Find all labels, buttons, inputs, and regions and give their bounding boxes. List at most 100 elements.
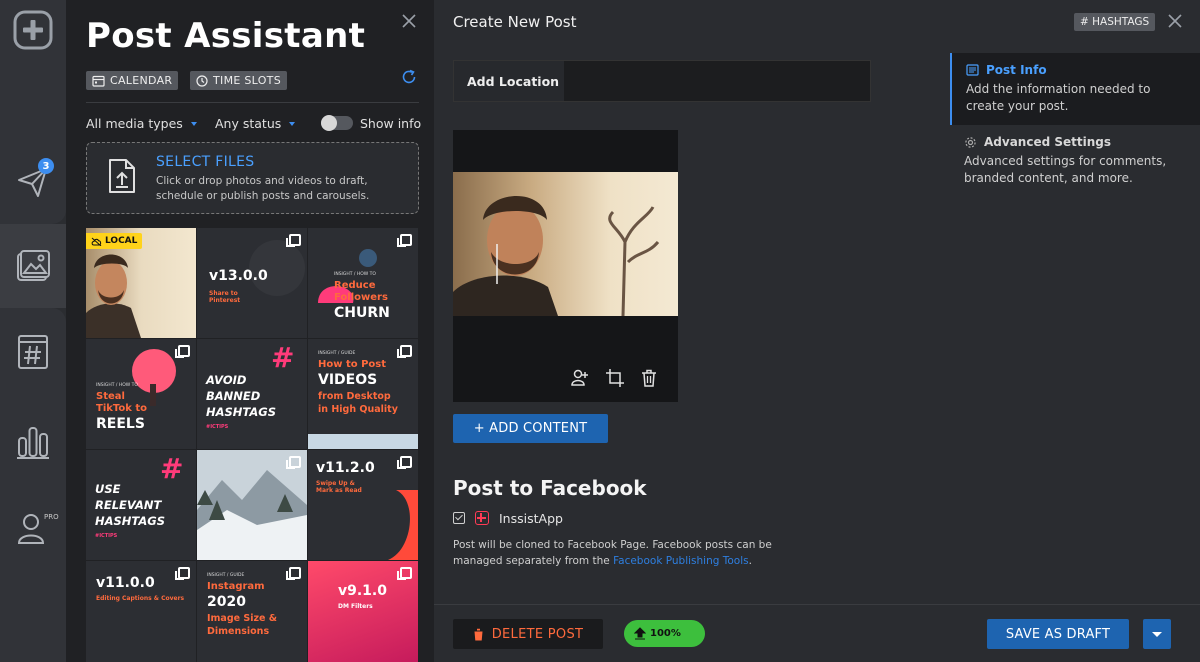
close-assistant-icon[interactable]: [400, 12, 418, 30]
post-assistant-panel: Post Assistant CALENDAR TIME SLOTS All m…: [66, 0, 434, 662]
media-tile[interactable]: INSIGHT / HOW TO Steal TikTok to REELS: [86, 339, 196, 449]
add-post-icon[interactable]: [13, 10, 53, 50]
media-preview: [453, 130, 678, 402]
delete-post-label: DELETE POST: [491, 626, 584, 642]
tile-line: Image Size &: [207, 613, 278, 624]
tile-tag: #ICTIPS: [95, 533, 118, 539]
add-content-button[interactable]: + ADD CONTENT: [453, 414, 608, 443]
media-tile[interactable]: INSIGHT / GUIDE How to Post VIDEOS from …: [308, 339, 418, 449]
close-editor-icon[interactable]: [1166, 12, 1184, 30]
gear-icon: [965, 136, 976, 148]
advanced-settings-section[interactable]: Advanced Settings Advanced settings for …: [950, 125, 1200, 197]
select-files-link[interactable]: SELECT FILES: [156, 154, 254, 170]
carousel-icon: [397, 456, 412, 469]
panel-title: Post Assistant: [86, 16, 366, 56]
chevron-down-icon: [289, 121, 296, 126]
upload-arrow-icon: [634, 627, 646, 640]
carousel-icon: [286, 567, 301, 580]
facebook-publishing-tools-link[interactable]: Facebook Publishing Tools: [613, 555, 749, 567]
analytics-icon[interactable]: [13, 422, 53, 462]
tile-line: RELEVANT: [95, 498, 162, 512]
preview-toolbar: [453, 362, 678, 392]
time-slots-label: TIME SLOTS: [213, 74, 281, 87]
post-settings-panel: Post Info Add the information needed to …: [950, 53, 1200, 197]
location-input[interactable]: [564, 61, 870, 101]
cloud-off-icon: [91, 237, 102, 246]
tile-line: 2020: [207, 594, 246, 610]
carousel-icon: [286, 456, 301, 469]
media-tile[interactable]: v11.0.0 Editing Captions & Covers: [86, 561, 196, 662]
clock-icon: [196, 74, 208, 87]
media-tile[interactable]: INSIGHT / HOW TO Reduce Followers CHURN: [308, 228, 418, 338]
tile-line: HASHTAGS: [206, 405, 277, 419]
status-value: Any status: [215, 116, 282, 131]
media-tile[interactable]: LOCAL: [86, 228, 196, 338]
facebook-account-name: InssistApp: [499, 511, 563, 526]
tile-subtitle: Share to Pinterest: [209, 290, 241, 304]
document-icon: [966, 64, 979, 76]
tile-line: AVOID: [206, 373, 247, 387]
tile-version: v9.1.0: [338, 583, 387, 599]
media-tile[interactable]: [197, 450, 307, 560]
tile-version: v11.0.0: [96, 575, 155, 591]
tile-line: CHURN: [334, 305, 390, 321]
trash-icon: [473, 628, 484, 640]
tile-line: How to Post: [318, 359, 387, 370]
media-tile[interactable]: INSIGHT / GUIDE Instagram 2020 Image Siz…: [197, 561, 307, 662]
media-tile[interactable]: v11.2.0 Swipe Up & Mark as Read: [308, 450, 418, 560]
save-options-dropdown[interactable]: [1143, 619, 1171, 649]
hashtags-button[interactable]: # HASHTAGS: [1074, 13, 1156, 31]
facebook-description: Post will be cloned to Facebook Page. Fa…: [453, 537, 783, 569]
media-tile[interactable]: v9.1.0 DM Filters: [308, 561, 418, 662]
tag-people-icon[interactable]: [570, 368, 590, 388]
tile-line: TikTok to: [96, 403, 148, 414]
media-grid: LOCAL v13.0.0 Share to Pinterest INSIGHT…: [86, 228, 419, 662]
tile-line: in High Quality: [318, 404, 398, 415]
chevron-down-icon: [190, 121, 197, 126]
calendar-button[interactable]: CALENDAR: [86, 71, 179, 90]
save-as-draft-button[interactable]: SAVE AS DRAFT: [987, 619, 1129, 649]
carousel-icon: [286, 234, 301, 247]
refresh-icon[interactable]: [400, 68, 418, 86]
post-info-section[interactable]: Post Info Add the information needed to …: [950, 53, 1200, 125]
tile-line: Reduce: [334, 280, 376, 291]
create-post-editor: Create New Post # HASHTAGS Add Location: [434, 0, 1200, 662]
tile-kicker: INSIGHT / GUIDE: [318, 351, 356, 356]
post-info-title: Post Info: [986, 63, 1047, 77]
upload-file-icon: [107, 157, 137, 195]
facebook-desc-end: .: [748, 555, 752, 567]
file-dropzone[interactable]: SELECT FILES Click or drop photos and vi…: [86, 142, 419, 214]
upload-progress: 100%: [624, 620, 705, 647]
tile-kicker: INSIGHT / GUIDE: [207, 573, 245, 578]
media-icon[interactable]: [13, 246, 53, 286]
tile-subtitle: DM Filters: [338, 603, 373, 610]
advanced-settings-title: Advanced Settings: [984, 135, 1112, 149]
carousel-icon: [175, 567, 190, 580]
tile-version: v13.0.0: [209, 268, 268, 284]
tile-line: Followers: [334, 292, 388, 303]
app: 3 PRO Post Assistant CALENDAR TIME SLOTS: [0, 0, 1200, 662]
inssist-logo-icon: [475, 511, 489, 525]
calendar-icon: [92, 75, 105, 87]
status-filter[interactable]: Any status: [215, 116, 296, 131]
carousel-icon: [397, 234, 412, 247]
show-info-toggle[interactable]: [321, 115, 353, 131]
hashtag-icon[interactable]: [13, 332, 53, 372]
tile-line: BANNED: [206, 389, 261, 403]
advanced-settings-description: Advanced settings for comments, branded …: [964, 154, 1167, 185]
pro-label: PRO: [44, 513, 59, 521]
crop-icon[interactable]: [605, 368, 625, 388]
local-label: LOCAL: [105, 236, 138, 246]
nav-rail: 3 PRO: [0, 0, 66, 662]
time-slots-button[interactable]: TIME SLOTS: [190, 71, 287, 90]
facebook-checkbox[interactable]: [453, 512, 465, 524]
local-badge: LOCAL: [86, 233, 143, 249]
media-tile[interactable]: # AVOID BANNED HASHTAGS #ICTIPS: [197, 339, 307, 449]
media-tile[interactable]: v13.0.0 Share to Pinterest: [197, 228, 307, 338]
tile-tag: #ICTIPS: [206, 424, 229, 430]
media-type-filter[interactable]: All media types: [86, 116, 197, 131]
editor-title: Create New Post: [453, 13, 577, 31]
delete-post-button[interactable]: DELETE POST: [453, 619, 603, 649]
trash-icon[interactable]: [639, 368, 659, 388]
media-tile[interactable]: # USE RELEVANT HASHTAGS #ICTIPS: [86, 450, 196, 560]
